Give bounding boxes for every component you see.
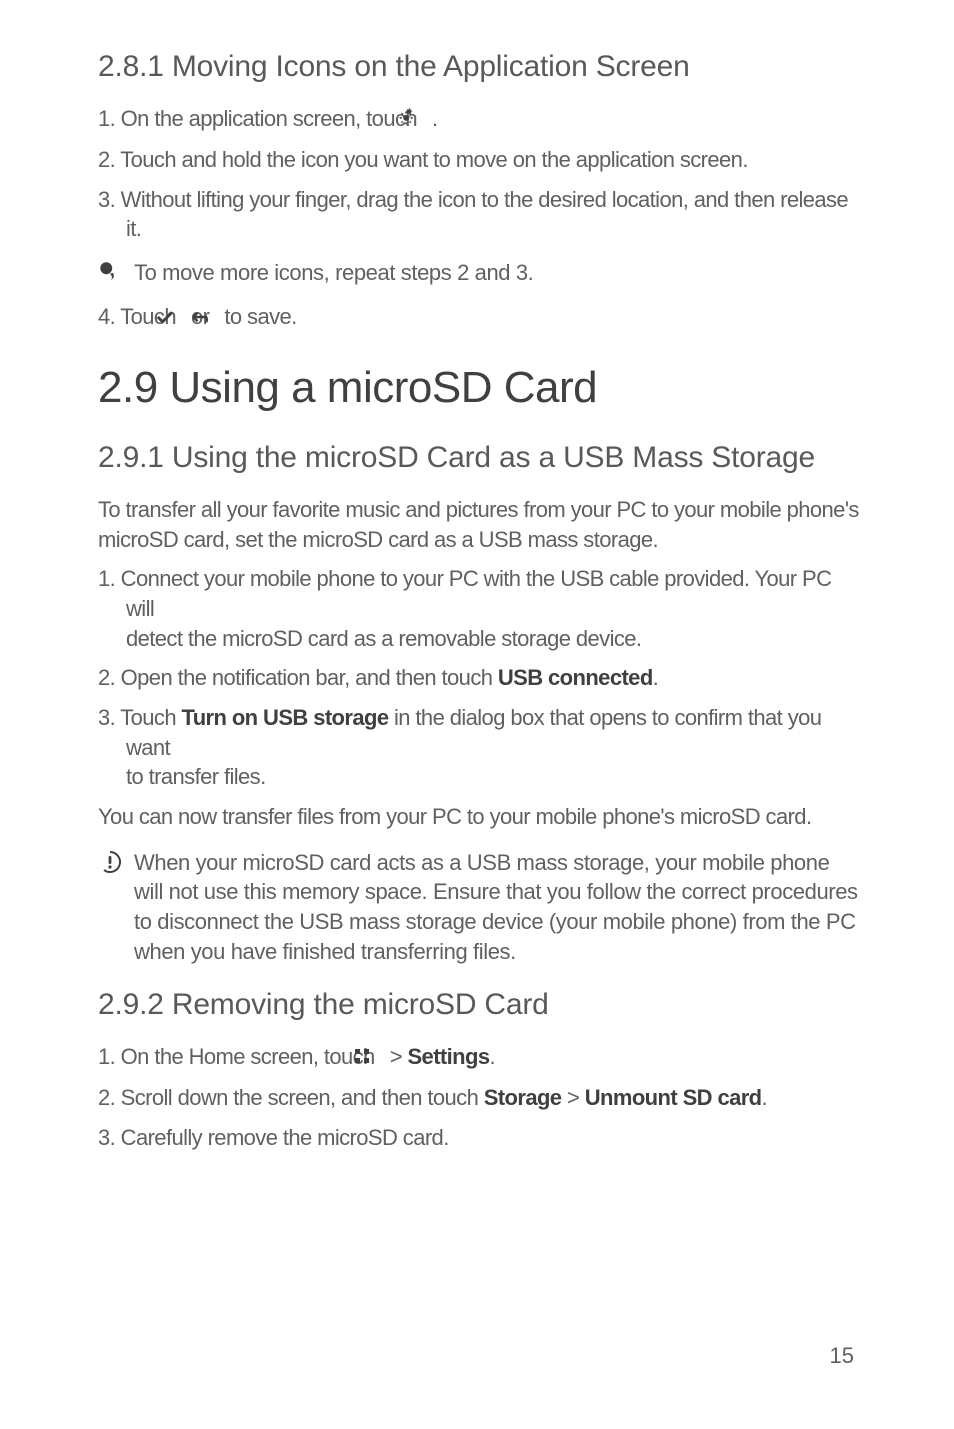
step-281-4: 4. Touch or to save. (98, 302, 864, 333)
step-292-1-post: . (489, 1044, 495, 1069)
step-291-1: 1. Connect your mobile phone to your PC … (98, 564, 864, 653)
step-292-2-b2: Unmount SD card (585, 1085, 762, 1110)
tip-callout-281: To move more icons, repeat steps 2 and 3… (98, 258, 864, 288)
step-291-1b: detect the microSD card as a removable s… (126, 624, 864, 654)
step-292-2: 2. Scroll down the screen, and then touc… (98, 1083, 864, 1113)
step-291-3-bold: Turn on USB storage (181, 705, 388, 730)
step-292-2-b1: Storage (484, 1085, 562, 1110)
step-291-2-bold: USB connected (498, 665, 653, 690)
caution-circle-icon (98, 848, 134, 967)
tip-text-281: To move more icons, repeat steps 2 and 3… (134, 258, 864, 288)
step-292-2-pre: 2. Scroll down the screen, and then touc… (98, 1085, 484, 1110)
step-292-1-pre: 1. On the Home screen, touch (98, 1044, 380, 1069)
step-291-3: 3. Touch Turn on USB storage in the dial… (98, 703, 864, 792)
step-291-2-post: . (653, 665, 659, 690)
step-281-1-pre: 1. On the application screen, touch (98, 106, 423, 131)
step-291-3-pre: 3. Touch (98, 705, 181, 730)
step-291-2: 2. Open the notification bar, and then t… (98, 663, 864, 693)
step-292-1-bold: Settings (407, 1044, 489, 1069)
step-292-1: 1. On the Home screen, touch > Settings. (98, 1042, 864, 1073)
page-number: 15 (830, 1343, 854, 1369)
heading-29: 2.9 Using a microSD Card (98, 363, 864, 413)
step-291-2-pre: 2. Open the notification bar, and then t… (98, 665, 498, 690)
step-291-1a: 1. Connect your mobile phone to your PC … (98, 566, 831, 621)
step-281-2: 2. Touch and hold the icon you want to m… (98, 145, 864, 175)
after-291: You can now transfer files from your PC … (98, 802, 864, 832)
caution-callout-291: When your microSD card acts as a USB mas… (98, 848, 864, 967)
tip-bubble-icon (98, 258, 134, 288)
heading-292: 2.9.2 Removing the microSD Card (98, 988, 864, 1022)
caution-text-291: When your microSD card acts as a USB mas… (134, 848, 864, 967)
step-291-3b: to transfer files. (126, 762, 864, 792)
step-281-1-post: . (427, 106, 438, 131)
step-292-2-mid: > (561, 1085, 584, 1110)
step-281-1: 1. On the application screen, touch . (98, 104, 864, 135)
step-281-3: 3. Without lifting your finger, drag the… (98, 185, 864, 244)
step-292-3: 3. Carefully remove the microSD card. (98, 1123, 864, 1153)
step-292-2-post: . (762, 1085, 768, 1110)
step-281-4-post: to save. (219, 304, 297, 329)
heading-291: 2.9.1 Using the microSD Card as a USB Ma… (98, 441, 864, 475)
heading-281: 2.8.1 Moving Icons on the Application Sc… (98, 50, 864, 84)
intro-291: To transfer all your favorite music and … (98, 495, 864, 554)
step-292-1-mid: > (384, 1044, 407, 1069)
